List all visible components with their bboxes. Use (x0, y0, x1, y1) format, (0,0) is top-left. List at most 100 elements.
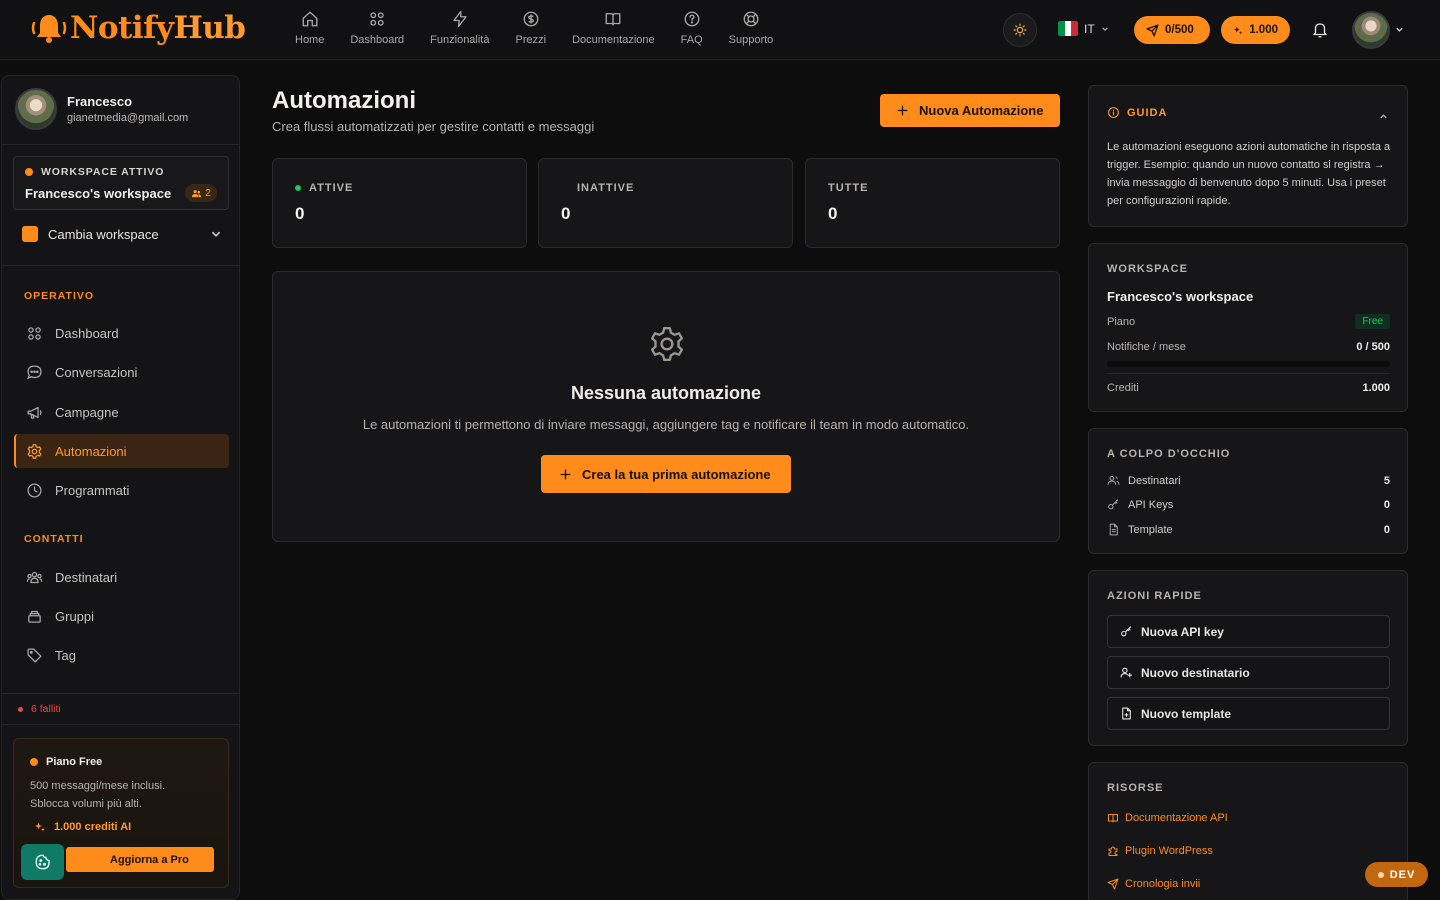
nav-home[interactable]: Home (282, 10, 337, 46)
nav-dashboard[interactable]: Dashboard (337, 10, 417, 46)
sparkles-icon (35, 822, 45, 832)
notifications-row: Notifiche / mese 0 / 500 (1107, 341, 1390, 353)
sidebar-item-gruppi[interactable]: Gruppi (14, 599, 229, 633)
nav-docs[interactable]: Documentazione (559, 10, 668, 46)
sidebar-item-campagne[interactable]: Campagne (14, 395, 229, 429)
page-subtitle: Crea flussi automatizzati per gestire co… (272, 119, 595, 134)
divider (2, 265, 239, 266)
user-name: Francesco (67, 94, 133, 109)
chevron-down-icon[interactable] (1395, 25, 1404, 34)
sidebar-item-programmati[interactable]: Programmati (14, 473, 229, 507)
switch-workspace-dropdown[interactable]: Cambia workspace (22, 226, 222, 242)
quota-badge[interactable]: 0/500 (1134, 16, 1210, 44)
nav-support[interactable]: Supporto (716, 10, 787, 46)
lifebuoy-icon (743, 11, 759, 27)
stat-value: 0 (295, 204, 305, 223)
section-label-operativo: OPERATIVO (24, 290, 95, 302)
glance-row-destinatari[interactable]: Destinatari 5 (1107, 474, 1390, 487)
glance-row-template[interactable]: Template 0 (1107, 523, 1390, 536)
info-icon (1108, 107, 1119, 118)
stat-card-inactive: INATTIVE 0 (538, 158, 793, 248)
sidebar-item-conversazioni[interactable]: Conversazioni (14, 355, 229, 389)
chevron-up-icon[interactable] (1379, 112, 1388, 121)
upgrade-pro-button[interactable]: Aggiorna a Pro (66, 847, 214, 872)
workspace-card: WORKSPACE Francesco's workspace Piano Fr… (1088, 243, 1408, 412)
main-nav: Home Dashboard Funzionalità Prezzi Docum… (282, 10, 786, 46)
gear-icon (27, 443, 42, 459)
help-circle-icon (684, 11, 700, 27)
page-title: Automazioni (272, 87, 416, 114)
plan-card: Piano Free 500 messaggi/mese inclusi. Sb… (13, 738, 229, 888)
at-a-glance-card: A COLPO D'OCCHIO Destinatari 5 API Keys … (1088, 428, 1408, 554)
error-dot (18, 706, 23, 712)
grid-icon (28, 326, 41, 340)
quick-actions-card: AZIONI RAPIDE Nuova API key Nuovo destin… (1088, 570, 1408, 746)
workspace-name: Francesco's workspace (1107, 289, 1254, 304)
new-template-button[interactable]: Nuovo template (1107, 697, 1390, 730)
sidebar: Francesco gianetmedia@gmail.com WORKSPAC… (1, 75, 240, 900)
italy-flag-icon (1058, 21, 1078, 36)
user-plus-icon (1120, 667, 1132, 678)
credits-row: Crediti 1.000 (1107, 382, 1390, 394)
nav-features[interactable]: Funzionalità (417, 10, 502, 46)
chevron-down-icon (211, 231, 221, 237)
users-icon (191, 189, 202, 197)
plan-row: Piano Free (1107, 314, 1390, 329)
clock-icon (27, 482, 42, 498)
sidebar-item-automazioni[interactable]: Automazioni (14, 434, 229, 468)
notifications-button[interactable] (1311, 21, 1329, 39)
section-label-contatti: CONTATTI (24, 533, 84, 545)
guide-card: GUIDA Le automazioni eseguono azioni aut… (1088, 85, 1408, 227)
new-recipient-button[interactable]: Nuovo destinatario (1107, 656, 1390, 689)
brand-name: NotifyHub (70, 10, 246, 46)
bolt-icon (453, 10, 467, 28)
dev-environment-badge[interactable]: DEV (1365, 862, 1428, 887)
brand-logo[interactable]: NotifyHub (30, 10, 246, 46)
sidebar-item-destinatari[interactable]: Destinatari (14, 560, 229, 594)
status-dot (25, 168, 33, 176)
chevron-down-icon (1101, 26, 1108, 31)
active-workspace-card[interactable]: WORKSPACE ATTIVO Francesco's workspace 2 (13, 156, 229, 210)
divider (1107, 373, 1390, 374)
guide-text: Le automazioni eseguono azioni automatic… (1107, 141, 1391, 207)
send-icon (1107, 878, 1119, 890)
wordpress-plugin-link[interactable]: Plugin WordPress (1107, 845, 1213, 857)
theme-toggle-button[interactable] (1003, 13, 1037, 47)
stack-icon (28, 610, 41, 623)
book-icon (1108, 814, 1118, 823)
credits-badge[interactable]: 1.000 (1221, 16, 1290, 44)
api-docs-link[interactable]: Documentazione API (1107, 812, 1228, 824)
user-avatar[interactable] (1352, 11, 1390, 49)
sun-icon (1013, 23, 1027, 37)
workspace-name: Francesco's workspace (25, 186, 172, 201)
language-selector[interactable]: IT (1058, 21, 1109, 36)
key-icon (1121, 626, 1132, 637)
new-api-key-button[interactable]: Nuova API key (1107, 615, 1390, 648)
chat-icon (26, 364, 42, 379)
send-history-link[interactable]: Cronologia invii (1107, 878, 1200, 890)
create-first-automation-button[interactable]: Crea la tua prima automazione (541, 455, 791, 493)
user-profile[interactable]: Francesco gianetmedia@gmail.com (15, 88, 188, 130)
nav-faq[interactable]: FAQ (668, 10, 716, 46)
dev-dot (1377, 871, 1384, 878)
sidebar-item-tag[interactable]: Tag (14, 638, 229, 672)
cookie-settings-button[interactable] (21, 844, 64, 880)
empty-state: Nessuna automazione Le automazioni ti pe… (272, 271, 1060, 542)
nav-pricing[interactable]: Prezzi (503, 10, 560, 46)
members-badge: 2 (185, 184, 217, 202)
send-icon (1146, 23, 1159, 37)
cookie-icon (35, 854, 50, 870)
plus-icon (560, 469, 571, 479)
plan-description: 500 messaggi/mese inclusi. Sblocca volum… (30, 780, 166, 810)
stat-value: 0 (561, 204, 571, 223)
new-automation-button[interactable]: Nuova Automazione (880, 94, 1060, 127)
sidebar-item-dashboard[interactable]: Dashboard (14, 316, 229, 350)
plus-icon (897, 105, 908, 116)
glance-row-api-keys[interactable]: API Keys 0 (1107, 498, 1390, 511)
failed-notifications-link[interactable]: 6 falliti (18, 703, 61, 715)
book-icon (605, 13, 621, 26)
active-dot (295, 185, 301, 191)
guide-title[interactable]: GUIDA (1107, 106, 1167, 119)
gear-icon (651, 327, 683, 361)
dollar-icon (523, 11, 539, 27)
